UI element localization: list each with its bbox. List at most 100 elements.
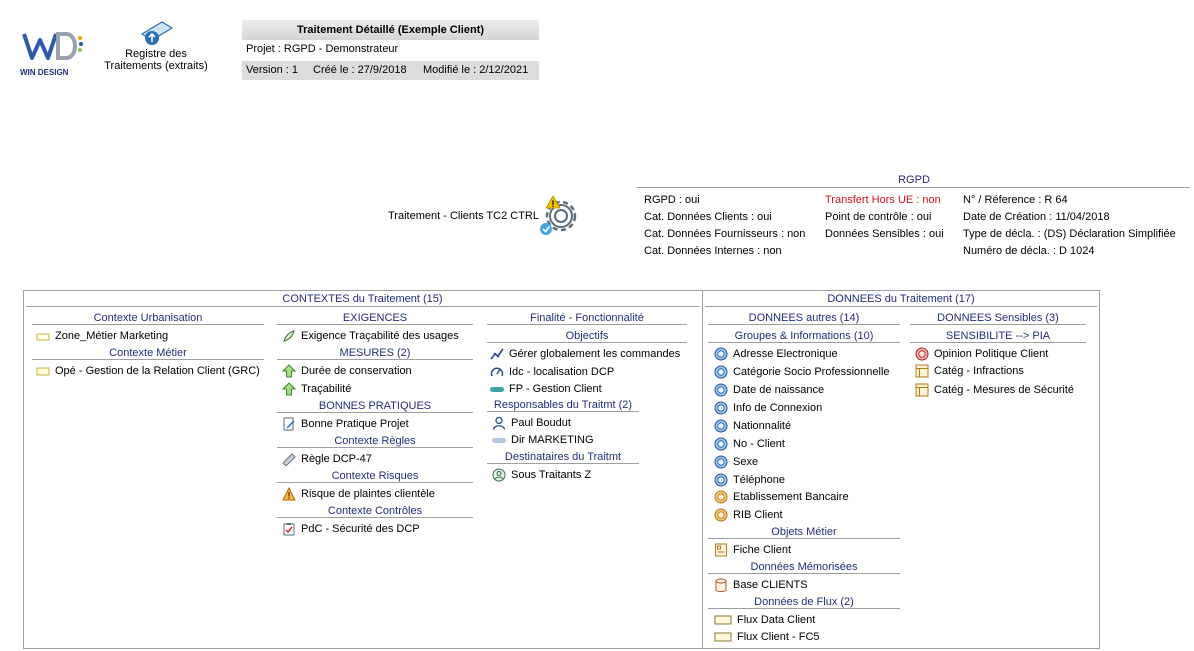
- list-item[interactable]: Info de Connexion: [714, 400, 822, 416]
- item-label: Gérer globalement les commandes: [509, 348, 681, 360]
- rgpd-field: Cat. Données Fournisseurs : non: [644, 228, 806, 240]
- header-modifie: Modifié le : 2/12/2021: [423, 64, 529, 76]
- item-label: PdC - Sécurité des DCP: [301, 523, 420, 535]
- rgpd-divider: [637, 187, 1190, 188]
- item-label: Catégorie Socio Professionnelle: [733, 366, 890, 378]
- list-item[interactable]: Base CLIENTS: [714, 577, 808, 593]
- item-label: Catég - Mesures de Sécurité: [934, 384, 1075, 396]
- bonnes-pratiques-heading: BONNES PRATIQUES: [277, 400, 473, 413]
- list-item[interactable]: Sous Traitants Z: [492, 467, 591, 483]
- list-item[interactable]: Date de naissance: [714, 382, 824, 398]
- ruler-icon: [282, 452, 296, 466]
- list-item[interactable]: FP - Gestion Client: [490, 381, 602, 397]
- svg-text:!: !: [552, 199, 555, 209]
- rgpd-field: Numéro de décla. : D 1024: [963, 245, 1095, 257]
- recipient-icon: [492, 468, 506, 482]
- item-label: Dir MARKETING: [511, 434, 594, 446]
- list-item[interactable]: No - Client: [714, 436, 785, 452]
- rgpd-col3: N° / Réference : R 64 Date de Création :…: [963, 192, 1176, 260]
- list-item[interactable]: PdC - Sécurité des DCP: [282, 521, 420, 537]
- chart-line-icon: [490, 347, 504, 361]
- item-label: Sexe: [733, 456, 759, 468]
- item-label: RIB Client: [733, 509, 783, 521]
- item-label: Base CLIENTS: [733, 579, 808, 591]
- pill-icon: [490, 382, 504, 396]
- rgpd-field: Cat. Données Internes : non: [644, 245, 782, 257]
- item-label: Catég - Infractions: [934, 365, 1024, 377]
- list-item[interactable]: Exigence Traçabilité des usages: [282, 328, 459, 344]
- donnees-memorisees-heading: Données Mémorisées: [708, 561, 900, 574]
- category-table-icon: [915, 383, 929, 397]
- info-circle-icon: [714, 365, 728, 379]
- header-projet: Projet : RGPD - Demonstrateur: [246, 43, 399, 55]
- list-item[interactable]: Nationnalité: [714, 418, 791, 434]
- list-item[interactable]: Catég - Infractions: [915, 363, 1024, 379]
- windesign-logo: WIN DESIGN: [20, 28, 84, 78]
- list-item[interactable]: Paul Boudut: [492, 415, 571, 431]
- traitement-label: Traitement - Clients TC2 CTRL: [388, 210, 539, 222]
- item-label: No - Client: [733, 438, 785, 450]
- document-edit-icon: [282, 417, 296, 431]
- user-icon: [492, 416, 506, 430]
- registre-line2: Traitements (extraits): [104, 60, 208, 72]
- list-item[interactable]: Idc - localisation DCP: [490, 364, 614, 380]
- contexte-urbanisation-heading: Contexte Urbanisation: [32, 312, 264, 325]
- flux-icon: [714, 613, 732, 627]
- rgpd-field: Cat. Données Clients : oui: [644, 211, 772, 223]
- zone-icon: [36, 364, 50, 378]
- list-item[interactable]: Etablissement Bancaire: [714, 489, 849, 505]
- item-label: Flux Data Client: [737, 614, 816, 626]
- registre-link[interactable]: Registre des Traitements (extraits): [96, 20, 216, 80]
- item-label: Fiche Client: [733, 544, 792, 556]
- rgpd-field-transfert: Transfert Hors UE : non: [825, 194, 941, 206]
- item-label: Téléphone: [733, 474, 785, 486]
- arrow-up-icon: [282, 364, 296, 378]
- rgpd-field: RGPD : oui: [644, 194, 700, 206]
- list-item[interactable]: Zone_Métier Marketing: [36, 328, 168, 344]
- clipboard-check-icon: [282, 522, 296, 536]
- contexte-metier-heading: Contexte Métier: [32, 347, 264, 360]
- rgpd-field: Date de Création : 11/04/2018: [963, 211, 1110, 223]
- registre-line1: Registre des: [125, 48, 187, 60]
- registre-icon: [140, 21, 174, 45]
- list-item[interactable]: Sexe: [714, 454, 758, 470]
- item-label: Idc - localisation DCP: [509, 366, 615, 378]
- item-label: Risque de plaintes clientèle: [301, 488, 435, 500]
- objets-metier-heading: Objets Métier: [708, 526, 900, 539]
- business-object-icon: [714, 543, 728, 557]
- list-item[interactable]: Catég - Mesures de Sécurité: [915, 382, 1074, 398]
- info-circle-icon: [714, 419, 728, 433]
- list-item[interactable]: Opé - Gestion de la Relation Client (GRC…: [36, 363, 260, 379]
- header-cree: Créé le : 27/9/2018: [313, 64, 407, 76]
- traitement-gear-icon[interactable]: !: [536, 194, 586, 238]
- list-item[interactable]: Flux Data Client: [714, 612, 815, 628]
- list-item[interactable]: Fiche Client: [714, 542, 791, 558]
- item-label: Opinion Politique Client: [934, 348, 1049, 360]
- list-item[interactable]: Opinion Politique Client: [915, 346, 1048, 362]
- list-item[interactable]: Durée de conservation: [282, 363, 412, 379]
- responsables-heading: Responsables du Traitmt (2): [487, 399, 639, 412]
- contexte-controles-heading: Contexte Contrôles: [277, 505, 473, 518]
- list-item[interactable]: Traçabilité: [282, 381, 351, 397]
- header-meta-bar: Version : 1 Créé le : 27/9/2018 Modifié …: [242, 61, 539, 80]
- rgpd-col2: Transfert Hors UE : non Point de contrôl…: [825, 192, 944, 243]
- rgpd-col1: RGPD : oui Cat. Données Clients : oui Ca…: [644, 192, 805, 260]
- contexte-risques-heading: Contexte Risques: [277, 470, 473, 483]
- rgpd-field: Données Sensibles : oui: [825, 228, 944, 240]
- list-item[interactable]: Téléphone: [714, 472, 785, 488]
- list-item[interactable]: Bonne Pratique Projet: [282, 416, 409, 432]
- list-item[interactable]: Catégorie Socio Professionnelle: [714, 364, 890, 380]
- donnees-sensibles-heading: DONNEES Sensibles (3): [910, 312, 1086, 325]
- rgpd-field: Point de contrôle : oui: [825, 211, 932, 223]
- item-label: Flux Client - FC5: [737, 631, 820, 643]
- list-item[interactable]: Règle DCP-47: [282, 451, 372, 467]
- list-item[interactable]: Dir MARKETING: [492, 432, 594, 448]
- info-circle-icon: [714, 437, 728, 451]
- list-item[interactable]: Risque de plaintes clientèle: [282, 486, 435, 502]
- logo-brand: WIN DESIGN: [20, 68, 69, 77]
- list-item[interactable]: Gérer globalement les commandes: [490, 346, 680, 362]
- list-item[interactable]: Flux Client - FC5: [714, 629, 820, 645]
- list-item[interactable]: RIB Client: [714, 507, 783, 523]
- list-item[interactable]: Adresse Electronique: [714, 346, 838, 362]
- warning-icon: [282, 487, 296, 501]
